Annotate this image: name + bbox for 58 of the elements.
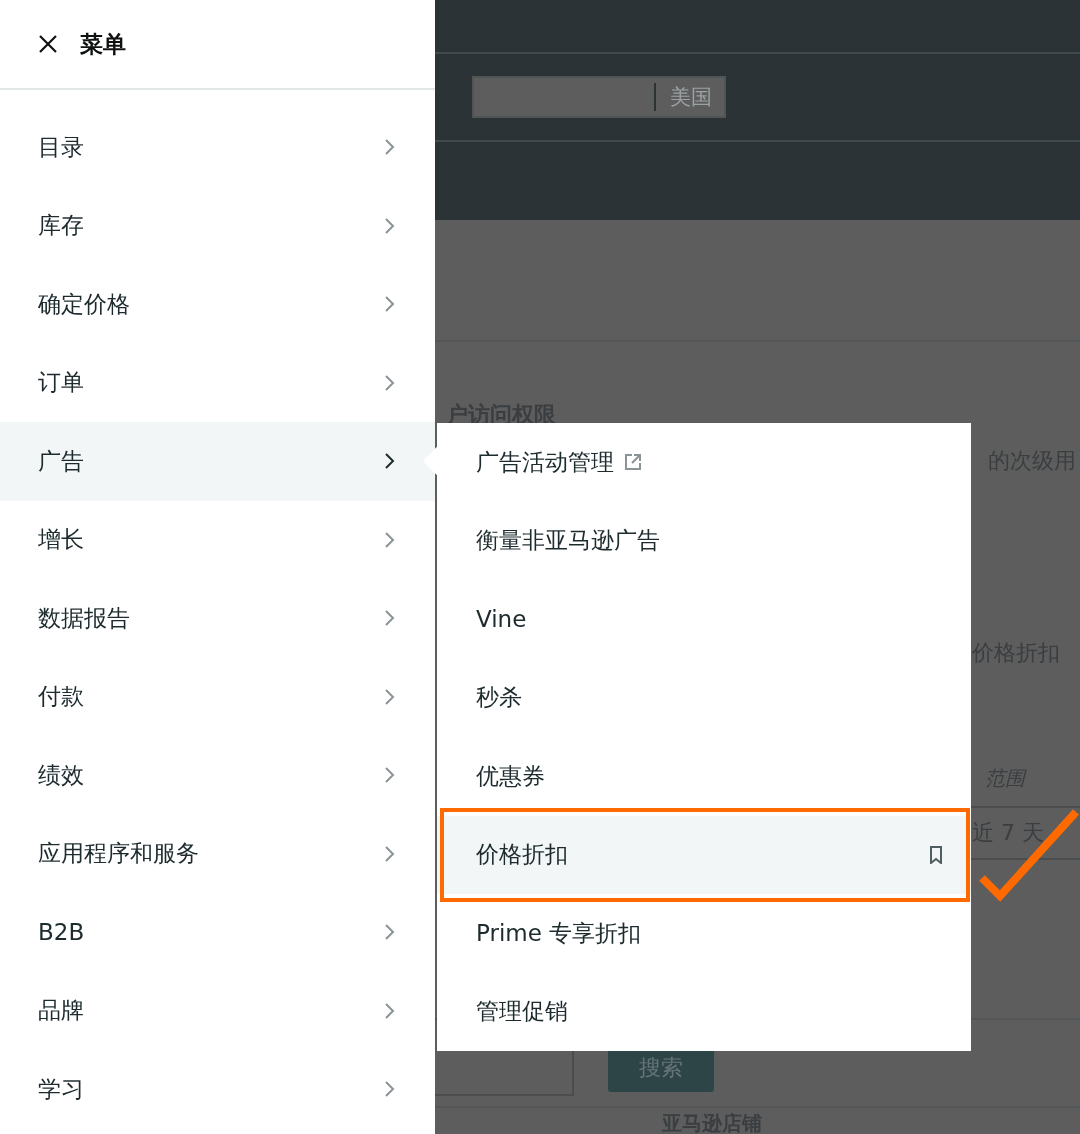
- menu-item[interactable]: 品牌: [0, 971, 435, 1050]
- submenu-item[interactable]: 优惠券: [437, 737, 971, 816]
- menu-item[interactable]: 确定价格: [0, 265, 435, 344]
- submenu-item-label: 管理促销: [476, 997, 568, 1027]
- menu-item[interactable]: 付款: [0, 657, 435, 736]
- menu-item[interactable]: 库存: [0, 186, 435, 265]
- chevron-icon: [385, 1081, 395, 1098]
- menu-item-label: 学习: [38, 1074, 84, 1104]
- submenu-item[interactable]: Vine: [437, 580, 971, 659]
- menu-item[interactable]: 广告: [0, 422, 435, 501]
- menu-item-label: 订单: [38, 368, 84, 398]
- chevron-icon: [385, 139, 395, 156]
- menu-item[interactable]: 应用程序和服务: [0, 814, 435, 893]
- chevron-icon: [385, 374, 395, 391]
- submenu-item[interactable]: 广告活动管理: [437, 423, 971, 502]
- chevron-icon: [385, 453, 395, 470]
- menu-item-label: 目录: [38, 132, 84, 162]
- chevron-icon: [385, 767, 395, 784]
- submenu-item-label: Prime 专享折扣: [476, 918, 642, 948]
- chevron-icon: [385, 688, 395, 705]
- bookmark-icon[interactable]: [929, 845, 943, 864]
- menu-item[interactable]: B2B: [0, 893, 435, 972]
- submenu-item[interactable]: Prime 专享折扣: [437, 894, 971, 973]
- menu-item-label: 确定价格: [38, 289, 130, 319]
- menu-item[interactable]: 绩效: [0, 736, 435, 815]
- menu-item[interactable]: 目录: [0, 108, 435, 187]
- menu-item[interactable]: 订单: [0, 343, 435, 422]
- menu-item-label: 品牌: [38, 996, 84, 1026]
- submenu-item-label: Vine: [476, 606, 527, 633]
- chevron-icon: [385, 610, 395, 627]
- submenu-item[interactable]: 秒杀: [437, 658, 971, 737]
- submenu-item-label: 广告活动管理: [476, 447, 614, 477]
- menu-item[interactable]: 增长: [0, 500, 435, 579]
- menu-item-label: 应用程序和服务: [38, 839, 199, 869]
- menu-title: 菜单: [80, 29, 126, 59]
- menu-item-label: 库存: [38, 211, 84, 241]
- submenu-item-label: 秒杀: [476, 683, 522, 713]
- chevron-icon: [385, 217, 395, 234]
- external-link-icon: [624, 453, 642, 472]
- chevron-icon: [385, 1002, 395, 1019]
- menu-item-label: 数据报告: [38, 603, 130, 633]
- chevron-icon: [385, 924, 395, 941]
- menu-item-label: 广告: [38, 446, 84, 476]
- menu-item-label: 绩效: [38, 760, 84, 790]
- submenu-item[interactable]: 价格折扣: [437, 815, 971, 894]
- chevron-icon: [385, 845, 395, 862]
- submenu-item-label: 衡量非亚马逊广告: [476, 526, 660, 556]
- chevron-icon: [385, 531, 395, 548]
- menu-item-label: 增长: [38, 525, 84, 555]
- close-icon[interactable]: [38, 34, 58, 54]
- chevron-icon: [385, 296, 395, 313]
- menu-item-label: B2B: [38, 919, 85, 946]
- submenu-item[interactable]: 衡量非亚马逊广告: [437, 501, 971, 580]
- submenu-item-label: 价格折扣: [476, 840, 568, 870]
- menu-item-label: 付款: [38, 682, 84, 712]
- menu-item[interactable]: 学习: [0, 1050, 435, 1129]
- submenu-item-label: 优惠券: [476, 761, 545, 791]
- menu-item[interactable]: 数据报告: [0, 579, 435, 658]
